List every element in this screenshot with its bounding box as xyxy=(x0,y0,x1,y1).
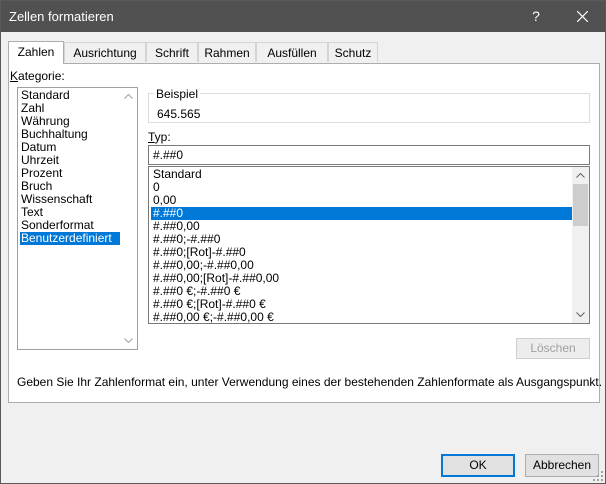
beispiel-group xyxy=(148,93,590,123)
hint-text: Geben Sie Ihr Zahlenformat ein, unter Ve… xyxy=(17,375,603,389)
scroll-down-icon[interactable] xyxy=(120,332,137,349)
kategorie-list[interactable]: Standard Zahl Währung Buchhaltung Datum … xyxy=(17,87,138,350)
format-item[interactable]: 0,00 xyxy=(151,194,574,207)
access-key: T xyxy=(148,130,155,144)
tab-label: Zahlen xyxy=(17,45,55,59)
kategorie-item-benutzerdefiniert[interactable]: Benutzerdefiniert xyxy=(20,232,120,245)
scroll-down-icon[interactable] xyxy=(572,306,589,323)
typ-input[interactable]: #.##0 xyxy=(148,145,590,165)
tab-schutz[interactable]: Schutz xyxy=(328,42,378,62)
beispiel-label: Beispiel xyxy=(154,87,201,101)
title-bar: Zellen formatieren ? xyxy=(1,1,605,32)
resize-grip-icon[interactable] xyxy=(593,471,603,481)
tab-label: Ausrichtung xyxy=(73,46,137,60)
typ-label: Typ: xyxy=(148,130,171,144)
tab-schrift[interactable]: Schrift xyxy=(146,42,198,62)
tab-label: Schutz xyxy=(334,46,372,60)
tab-ausrichtung[interactable]: Ausrichtung xyxy=(64,42,146,62)
window-title: Zellen formatieren xyxy=(9,9,114,24)
format-item[interactable]: 0 xyxy=(151,181,574,194)
help-button[interactable]: ? xyxy=(513,1,559,32)
ok-button[interactable]: OK xyxy=(441,454,515,477)
scroll-up-icon[interactable] xyxy=(572,167,589,184)
label-text: yp: xyxy=(154,130,171,144)
beispiel-value: 645.565 xyxy=(157,107,201,121)
tab-ausfuellen[interactable]: Ausfüllen xyxy=(256,42,328,62)
label-text: ategorie: xyxy=(18,69,65,83)
cancel-button[interactable]: Abbrechen xyxy=(525,454,599,477)
format-item[interactable]: Standard xyxy=(151,168,574,181)
close-icon xyxy=(576,10,588,23)
tab-label: Schrift xyxy=(154,46,189,60)
close-button[interactable] xyxy=(559,1,605,32)
loeschen-button[interactable]: Löschen xyxy=(516,338,590,359)
tab-rahmen[interactable]: Rahmen xyxy=(198,42,256,62)
format-item-selected[interactable]: #.##0 xyxy=(151,207,574,220)
kategorie-scrollbar[interactable] xyxy=(120,88,137,349)
kategorie-label: Kategorie: xyxy=(10,69,65,83)
tab-zahlen[interactable]: Zahlen xyxy=(8,41,64,64)
format-item[interactable]: #.##0,00 €;-#.##0,00 € xyxy=(151,311,574,324)
tab-label: Rahmen xyxy=(204,46,250,60)
help-icon: ? xyxy=(532,8,540,24)
format-scrollbar[interactable] xyxy=(572,167,589,323)
format-cells-dialog: Zellen formatieren ? Zahlen Ausrichtung … xyxy=(0,0,606,484)
scroll-up-icon[interactable] xyxy=(120,88,137,105)
format-list[interactable]: Standard 0 0,00 #.##0 #.##0,00 #.##0;-#.… xyxy=(148,166,590,324)
scroll-thumb[interactable] xyxy=(573,184,588,226)
tab-label: Ausfüllen xyxy=(267,46,317,60)
access-key: K xyxy=(10,69,19,83)
